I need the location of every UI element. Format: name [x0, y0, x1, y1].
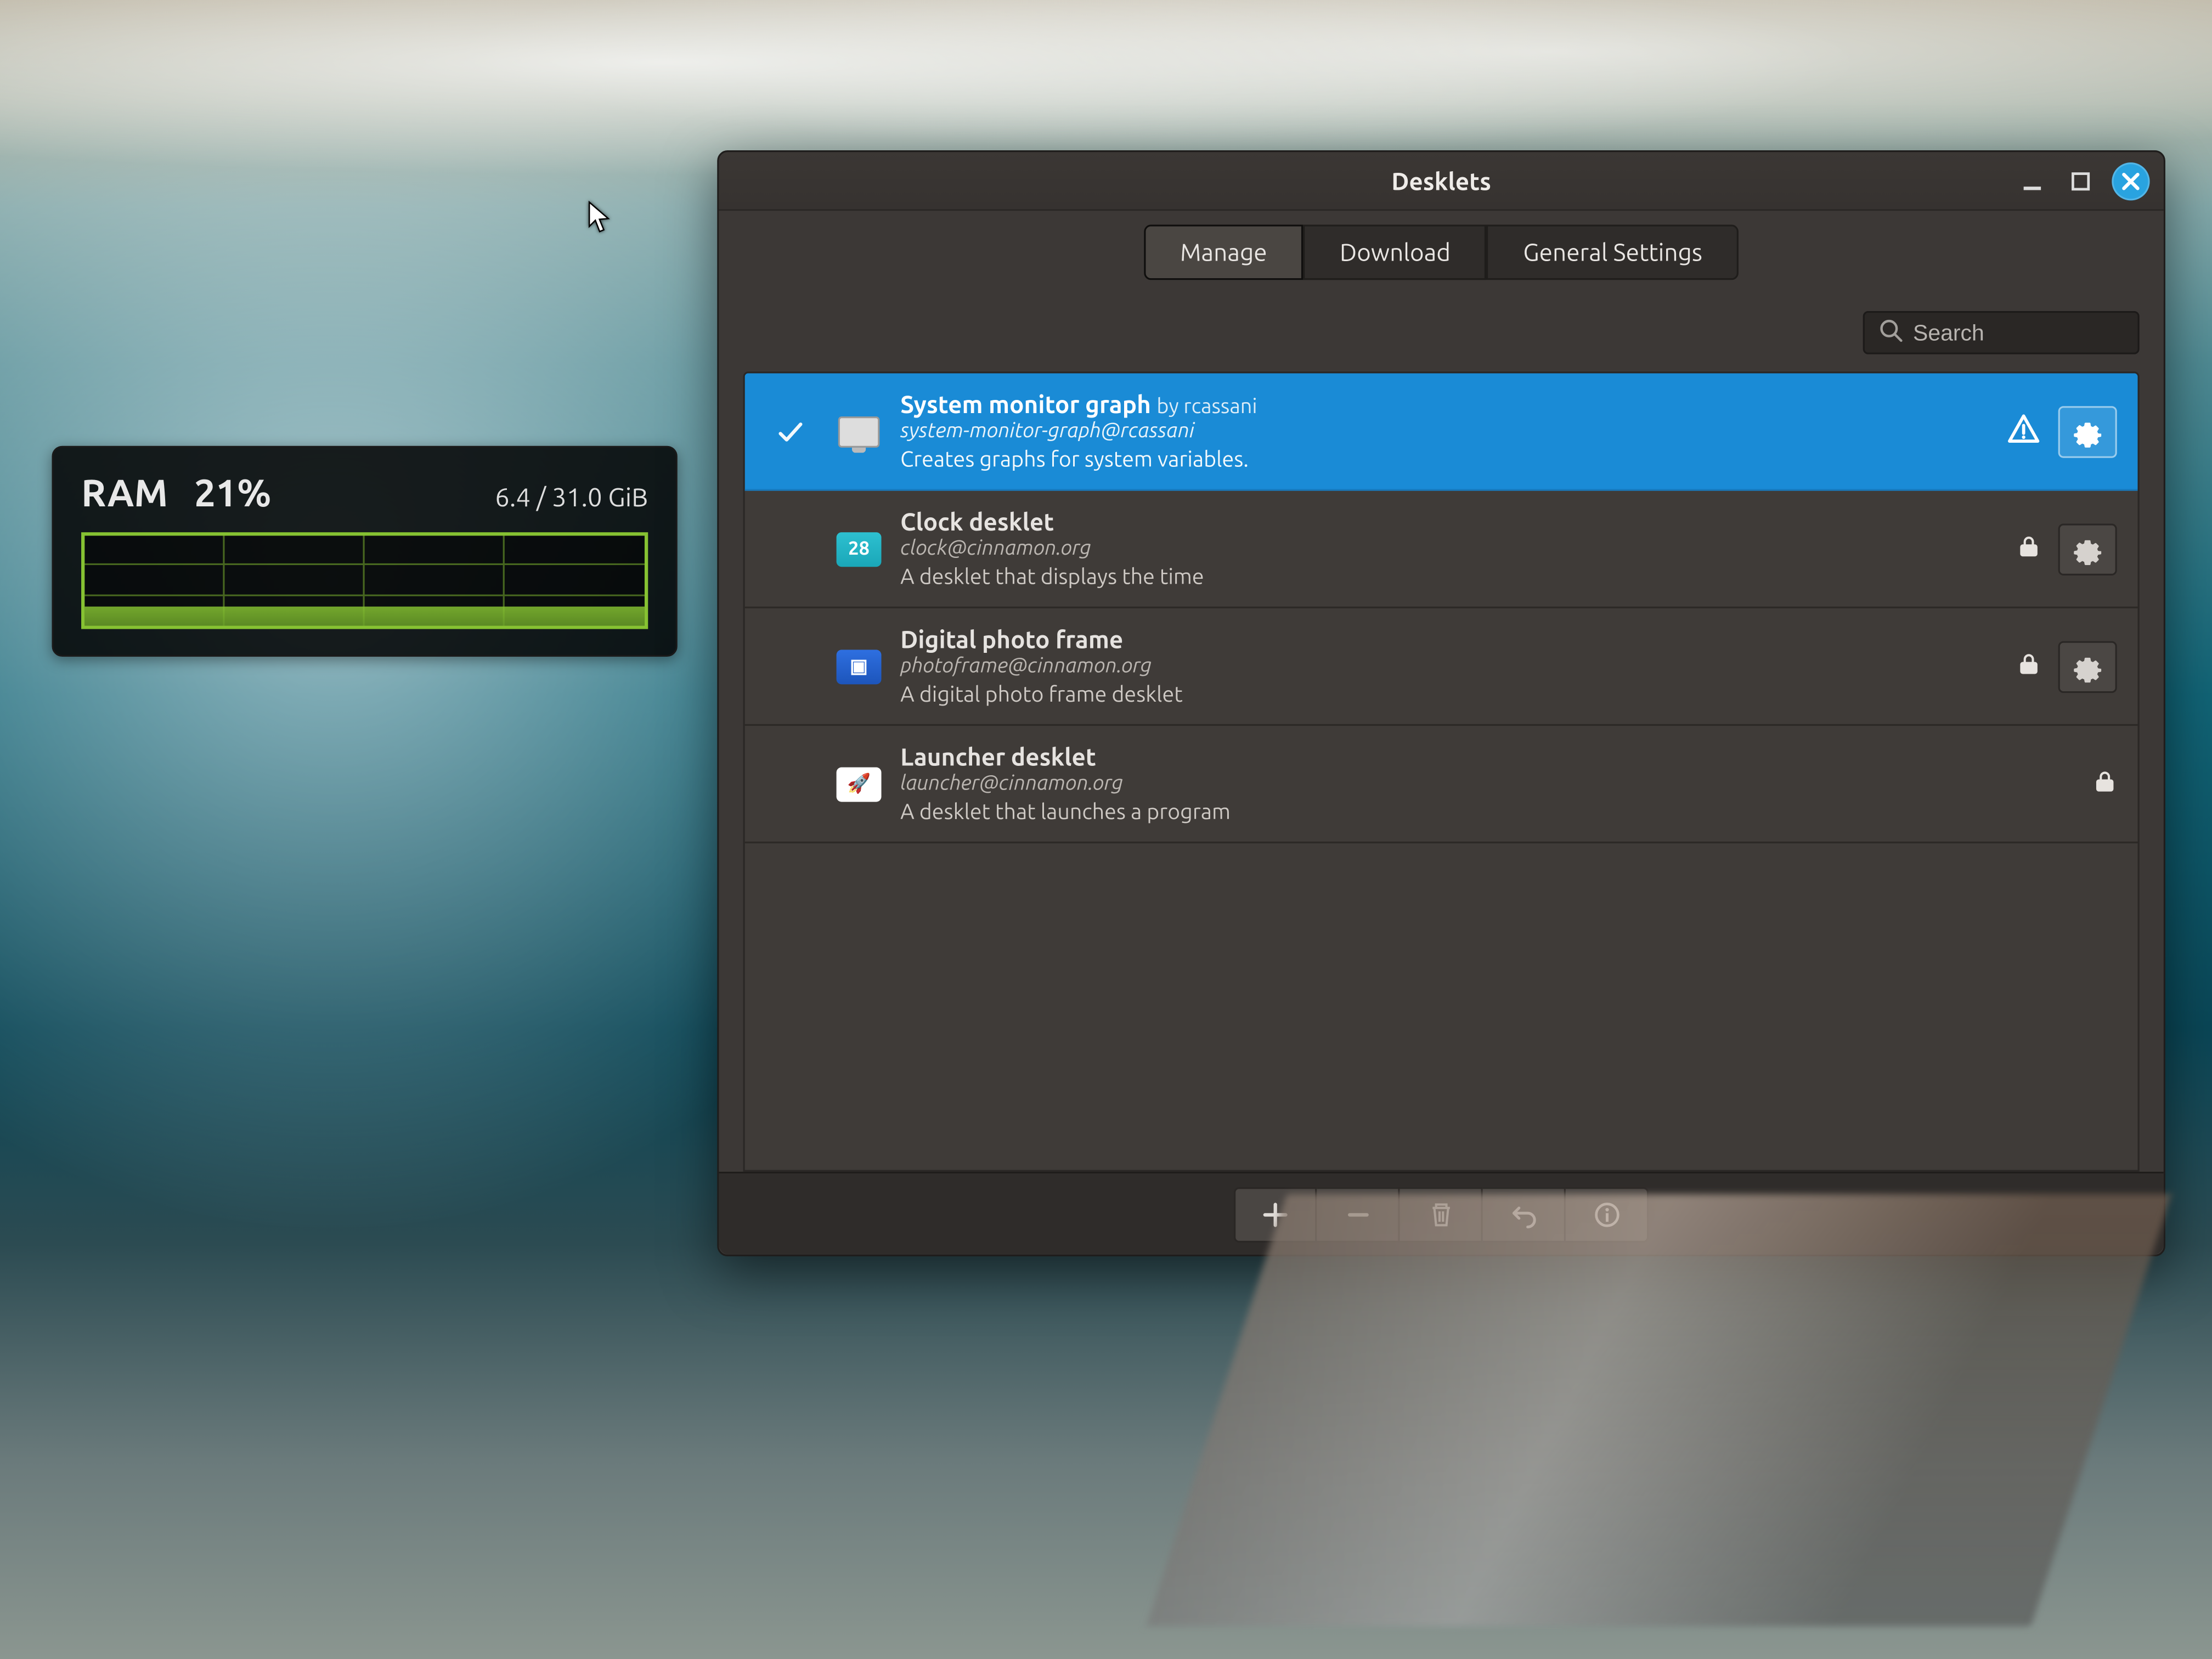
- desklet-list: System monitor graph by rcassanisystem-m…: [743, 371, 2140, 1171]
- delete-button[interactable]: [1400, 1186, 1483, 1242]
- tab-general-settings[interactable]: General Settings: [1487, 225, 1739, 280]
- item-description: A digital photo frame desklet: [900, 682, 1999, 707]
- window-controls: [2015, 162, 2150, 200]
- desklets-window: Desklets ManageDownloadGeneral Settings: [717, 150, 2165, 1256]
- ram-graph-fill: [84, 607, 645, 625]
- tab-bar: ManageDownloadGeneral Settings: [719, 211, 2163, 301]
- item-description: A desklet that launches a program: [900, 800, 2075, 824]
- undo-button[interactable]: [1483, 1186, 1566, 1242]
- add-button[interactable]: [1234, 1186, 1317, 1242]
- list-item[interactable]: 28 Clock desklet clock@cinnamon.org A desk…: [745, 491, 2138, 608]
- lock-icon: [2017, 534, 2041, 563]
- item-uuid: clock@cinnamon.org: [900, 538, 1999, 560]
- item-description: A desklet that displays the time: [900, 565, 1999, 589]
- photo-icon: ▣: [834, 642, 883, 690]
- list-item[interactable]: System monitor graph by rcassanisystem-m…: [745, 373, 2138, 490]
- window-titlebar[interactable]: Desklets: [719, 152, 2163, 211]
- item-meta: System monitor graph by rcassanisystem-m…: [900, 391, 1989, 472]
- bottom-action-bar: [719, 1172, 2163, 1255]
- ram-values: 6.4 / 31.0 GiB: [495, 482, 648, 512]
- item-meta: Digital photo frame photoframe@cinnamon.…: [900, 625, 1999, 707]
- ram-desklet[interactable]: RAM 21% 6.4 / 31.0 GiB: [52, 446, 678, 657]
- rocket-icon: 🚀: [834, 759, 883, 808]
- ram-title: RAM: [81, 472, 168, 515]
- item-description: Creates graphs for system variables.: [900, 448, 1989, 472]
- search-input[interactable]: [1913, 320, 2124, 346]
- ram-label: RAM 21%: [81, 472, 271, 515]
- item-meta: Launcher desklet launcher@cinnamon.org A …: [900, 743, 2075, 825]
- item-meta: Clock desklet clock@cinnamon.org A deskle…: [900, 508, 1999, 589]
- remove-button[interactable]: [1317, 1186, 1400, 1242]
- item-uuid: photoframe@cinnamon.org: [900, 655, 1999, 678]
- lock-icon: [2017, 652, 2041, 681]
- item-author: by rcassani: [1156, 396, 1257, 418]
- mouse-cursor-icon: [588, 200, 612, 235]
- settings-button[interactable]: [2058, 640, 2117, 692]
- ram-graph: [81, 532, 648, 629]
- search-field[interactable]: [1863, 311, 2140, 354]
- item-actions: [2017, 523, 2117, 575]
- monitor-icon: [834, 407, 883, 455]
- lock-icon: [2093, 769, 2117, 799]
- clock-icon: 28: [834, 524, 883, 573]
- item-uuid: system-monitor-graph@rcassani: [900, 420, 1989, 442]
- item-actions: [2017, 640, 2117, 692]
- minimize-button[interactable]: [2015, 164, 2050, 199]
- item-name: Clock desklet: [900, 508, 1999, 535]
- item-actions: [2006, 405, 2117, 458]
- tab-download[interactable]: Download: [1304, 225, 1487, 280]
- settings-button[interactable]: [2058, 523, 2117, 575]
- item-name: Digital photo frame: [900, 625, 1999, 653]
- item-name: System monitor graph by rcassani: [900, 391, 1989, 418]
- window-title: Desklets: [1391, 167, 1491, 194]
- item-actions: [2093, 769, 2117, 799]
- ram-header: RAM 21% 6.4 / 31.0 GiB: [81, 472, 648, 515]
- settings-button[interactable]: [2058, 405, 2117, 458]
- toolbar: [719, 301, 2163, 371]
- warning-icon: [2006, 411, 2041, 451]
- info-button[interactable]: [1566, 1186, 1649, 1242]
- list-item[interactable]: ▣ Digital photo frame photoframe@cinnamon…: [745, 608, 2138, 726]
- maximize-button[interactable]: [2063, 164, 2098, 199]
- close-button[interactable]: [2112, 162, 2149, 200]
- search-icon: [1878, 318, 1903, 348]
- list-item[interactable]: 🚀 Launcher desklet launcher@cinnamon.org A…: [745, 726, 2138, 843]
- ram-percent: 21%: [194, 472, 272, 515]
- item-uuid: launcher@cinnamon.org: [900, 772, 2075, 795]
- item-name: Launcher desklet: [900, 743, 2075, 771]
- check-icon: [762, 416, 817, 447]
- tab-manage[interactable]: Manage: [1144, 225, 1304, 280]
